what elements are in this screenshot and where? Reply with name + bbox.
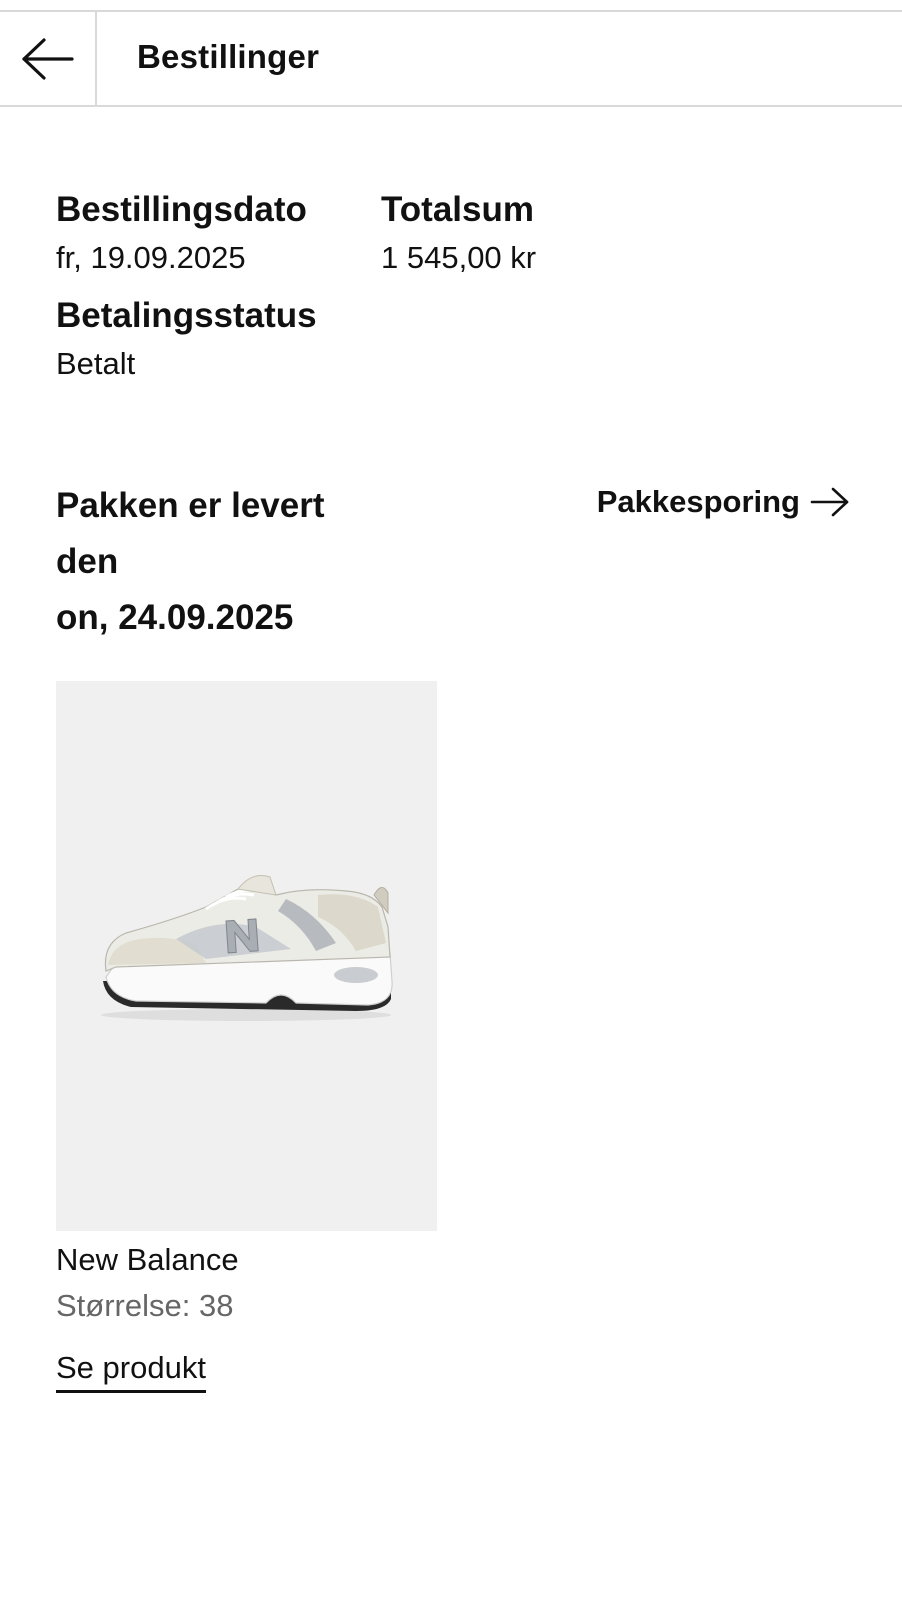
delivery-title-line2: den [56,542,119,581]
order-date-label: Bestillingsdato [56,190,307,229]
payment-status-label: Betalingsstatus [56,296,317,335]
payment-status-value: Betalt [56,346,136,381]
page-title: Bestillinger [137,38,320,75]
order-date-value: fr, 19.09.2025 [56,240,246,275]
product-size: Størrelse: 38 [56,1288,234,1323]
payment-status-block: Betalingsstatus Betalt [56,294,317,384]
order-total-value: 1 545,00 kr [381,240,537,275]
sneaker-image [101,875,393,1021]
package-tracking-link[interactable]: Pakkesporing [597,484,850,520]
delivery-title-line1: Pakken er levert [56,486,325,525]
delivery-date: on, 24.09.2025 [56,598,294,637]
product-brand: New Balance [56,1242,239,1277]
app-header: Bestillinger [0,12,902,107]
order-total-label: Totalsum [381,190,534,229]
back-button[interactable] [0,12,97,105]
arrow-left-icon [21,37,74,80]
package-tracking-label: Pakkesporing [596,484,800,519]
see-product-link[interactable]: Se produkt [56,1348,206,1393]
delivery-status-heading: Pakken er levert den on, 24.09.2025 [56,478,396,646]
order-date-block: Bestillingsdato fr, 19.09.2025 [56,188,307,278]
arrow-right-icon [810,486,850,518]
product-image[interactable] [56,681,437,1231]
order-total-block: Totalsum 1 545,00 kr [381,188,536,278]
